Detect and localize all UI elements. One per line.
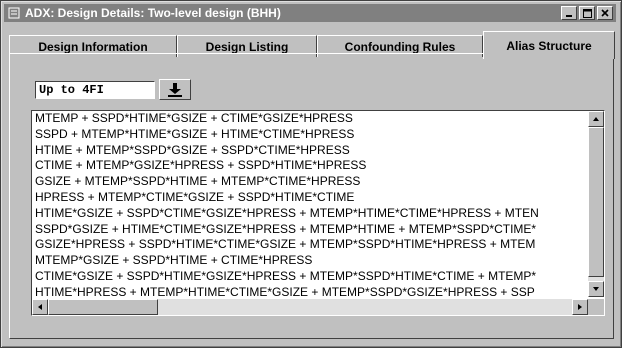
- alias-line: HTIME + MTEMP*SSPD*GSIZE + SSPD*CTIME*HP…: [35, 142, 350, 157]
- alias-order-dropdown-button[interactable]: [159, 79, 191, 100]
- alias-line: HTIME*HPRESS + MTEMP*HTIME*CTIME*GSIZE +…: [35, 284, 535, 297]
- alias-line: MTEMP + SSPD*HTIME*GSIZE + CTIME*GSIZE*H…: [35, 111, 353, 125]
- scroll-left-button[interactable]: [32, 299, 48, 315]
- alias-line: CTIME*GSIZE + SSPD*HTIME*GSIZE*HPRESS + …: [35, 268, 537, 283]
- scroll-right-arrow-icon: [578, 304, 582, 310]
- window-title: ADX: Design Details: Two-level design (B…: [25, 6, 281, 20]
- adx-app-icon[interactable]: [7, 6, 21, 20]
- scroll-down-arrow-icon: [593, 287, 599, 291]
- design-details-window: ADX: Design Details: Two-level design (B…: [0, 0, 622, 348]
- title-bar[interactable]: ADX: Design Details: Two-level design (B…: [4, 4, 616, 22]
- maximize-button[interactable]: [579, 6, 595, 20]
- scroll-left-arrow-icon: [38, 304, 42, 310]
- minimize-button[interactable]: [561, 6, 577, 20]
- vertical-scrollbar[interactable]: [588, 111, 604, 297]
- scroll-right-button[interactable]: [572, 299, 588, 315]
- maximize-icon: [582, 8, 592, 18]
- alias-line: HPRESS + MTEMP*CTIME*GSIZE + SSPD*HTIME*…: [35, 189, 355, 204]
- alias-line: MTEMP*GSIZE + SSPD*HTIME + CTIME*HPRESS: [35, 253, 313, 268]
- alias-list-box[interactable]: MTEMP + SSPD*HTIME*GSIZE + CTIME*GSIZE*H…: [31, 110, 605, 316]
- download-arrow-icon: [168, 82, 182, 97]
- scrollbar-corner: [588, 299, 604, 315]
- alias-line: GSIZE + MTEMP*SSPD*HTIME + MTEMP*CTIME*H…: [35, 174, 361, 189]
- vertical-scroll-thumb[interactable]: [588, 127, 604, 277]
- alias-lines: MTEMP + SSPD*HTIME*GSIZE + CTIME*GSIZE*H…: [35, 111, 588, 297]
- minimize-icon: [566, 15, 572, 17]
- tab-strip: Design Information Design Listing Confou…: [9, 25, 615, 59]
- close-button[interactable]: [597, 6, 613, 20]
- alias-line: SSPD + MTEMP*HTIME*GSIZE + HTIME*CTIME*H…: [35, 126, 355, 141]
- alias-line: CTIME + MTEMP*GSIZE*HPRESS + SSPD*HTIME*…: [35, 158, 367, 173]
- alias-line: SSPD*GSIZE + HTIME*CTIME*GSIZE*HPRESS + …: [35, 221, 537, 236]
- alias-line: HTIME*GSIZE + SSPD*CTIME*GSIZE*HPRESS + …: [35, 205, 539, 220]
- horizontal-scroll-thumb[interactable]: [48, 299, 158, 315]
- scroll-up-arrow-icon: [593, 117, 599, 121]
- close-icon: [601, 9, 609, 17]
- alias-line: GSIZE*HPRESS + SSPD*HTIME*CTIME*GSIZE + …: [35, 237, 536, 252]
- tab-alias-structure[interactable]: Alias Structure: [483, 31, 615, 59]
- scroll-up-button[interactable]: [588, 111, 604, 127]
- horizontal-scrollbar[interactable]: [32, 299, 588, 315]
- alias-order-select[interactable]: Up to 4FI: [35, 81, 155, 99]
- scroll-down-button[interactable]: [588, 281, 604, 297]
